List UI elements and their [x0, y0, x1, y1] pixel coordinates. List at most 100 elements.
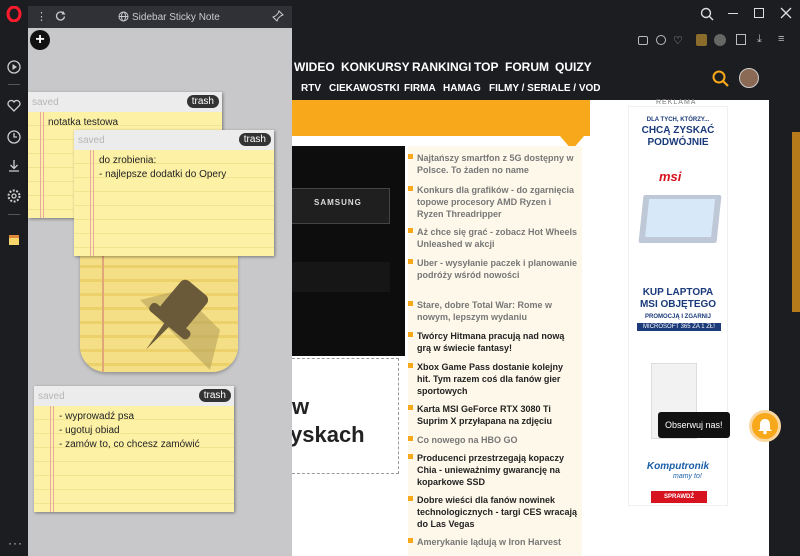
download-icon[interactable]: ⤓ — [757, 33, 762, 46]
extension-icon[interactable] — [696, 34, 707, 46]
opera-logo-icon[interactable] — [6, 6, 22, 22]
shop-logo: Komputronik — [646, 461, 710, 472]
news-list: Najtańszy smartfon z 5G dostępny w Polsc… — [408, 146, 582, 556]
news-item[interactable]: Uber - wysyłanie paczek i planowanie pod… — [408, 257, 578, 281]
ad-text: PODWÓJNIE — [647, 137, 709, 148]
reload-icon[interactable] — [55, 10, 66, 21]
note-text[interactable]: - wyprowadź psa — [59, 410, 134, 424]
advertisement[interactable]: DLA TYCH, KTÓRZY... CHCĄ ZYSKAĆ PODWÓJNI… — [628, 106, 728, 506]
nav-item[interactable]: KONKURSY — [341, 60, 410, 74]
ad-text: CHCĄ ZYSKAĆ — [641, 125, 715, 136]
news-item[interactable]: Stare, dobre Total War: Rome w nowym, le… — [408, 299, 578, 323]
trash-button[interactable]: trash — [238, 133, 271, 146]
note-text[interactable]: - zamów to, co chcesz zamówić — [59, 438, 200, 452]
add-note-button[interactable]: + — [30, 30, 50, 50]
opera-sidebar: ··· — [0, 0, 28, 556]
note-text[interactable]: - ugotuj obiad — [59, 424, 120, 438]
shield-icon[interactable] — [656, 35, 666, 45]
ad-text: KUP LAPTOPA — [642, 287, 714, 298]
nav-item[interactable]: HAMAG — [443, 83, 481, 94]
note-margin-line — [93, 150, 94, 256]
nav-item[interactable]: QUIZY — [555, 60, 592, 74]
extension-icon-2[interactable] — [714, 34, 726, 46]
news-item[interactable]: Xbox Game Pass dostanie kolejny hit. Tym… — [408, 361, 578, 397]
note-header: saved trash — [74, 130, 274, 150]
news-item[interactable]: Amerykanie lądują w Iron Harvest — [408, 536, 578, 548]
news-item[interactable]: Najtańszy smartfon z 5G dostępny w Polsc… — [408, 152, 578, 176]
panel-header: ⋮ Sidebar Sticky Note — [28, 6, 292, 28]
ad-text: PROMOCJĄ I ZGARNIJ — [644, 314, 711, 320]
menu-icon[interactable]: ≡ — [778, 33, 784, 45]
nav-item[interactable]: RTV — [301, 83, 321, 94]
news-item[interactable]: Karta MSI GeForce RTX 3080 Ti Suprim X p… — [408, 403, 578, 427]
note-status: saved — [38, 391, 65, 402]
maximize-icon[interactable] — [754, 8, 764, 18]
divider — [8, 214, 20, 215]
note-margin-line — [50, 406, 51, 512]
news-item[interactable]: Producenci przestrzegają kopaczy Chia - … — [408, 452, 578, 488]
notification-bell-button[interactable] — [749, 410, 781, 442]
globe-icon — [118, 11, 129, 22]
sticky-note[interactable]: saved trash - wyprowadź psa - ugotuj obi… — [34, 386, 234, 512]
close-icon[interactable] — [780, 7, 792, 19]
divider — [8, 84, 20, 85]
trash-button[interactable]: trash — [186, 95, 219, 108]
note-text[interactable]: notatka testowa — [48, 116, 118, 130]
nav-item[interactable]: WIDEO — [294, 60, 335, 74]
ssd-label: SAMSUNG — [314, 198, 362, 207]
camera-icon[interactable] — [638, 36, 648, 45]
ad-text: MICROSOFT 365 ZA 1 ZŁ! — [637, 323, 721, 331]
ssd-reflection — [292, 262, 390, 292]
sticky-note[interactable]: saved trash do zrobienia: - najlepsze do… — [74, 130, 274, 256]
pushpin-icon — [120, 270, 230, 370]
search-icon[interactable] — [712, 70, 730, 88]
panel-title: Sidebar Sticky Note — [132, 12, 220, 23]
address-toolbar: ♡ ⤓ ≡ — [292, 28, 800, 54]
avatar[interactable] — [739, 68, 759, 88]
heart-icon[interactable]: ♡ — [673, 34, 683, 47]
search-icon[interactable] — [700, 7, 714, 21]
nav-item[interactable]: RANKINGI — [412, 60, 471, 74]
follow-tooltip: Obserwuj nas! — [658, 412, 730, 438]
ad-text: DLA TYCH, KTÓRZY... — [646, 117, 710, 123]
sticky-note-icon[interactable] — [6, 232, 22, 248]
ad-label: REKLAMA — [656, 99, 697, 106]
shop-tagline: mamy to! — [673, 473, 702, 480]
note-margin-line — [53, 406, 54, 512]
news-item[interactable]: Co nowego na HBO GO — [408, 434, 578, 446]
article-image[interactable]: SAMSUNG — [292, 146, 405, 356]
news-item[interactable]: Twórcy Hitmana pracują nad nową grą w św… — [408, 330, 578, 354]
nav-item[interactable]: FILMY / SERIALE / VOD — [489, 83, 601, 94]
cube-icon[interactable] — [736, 34, 746, 45]
sticky-note-illustration — [80, 254, 238, 372]
news-item[interactable]: Konkurs dla grafików - do zgarnięcia top… — [408, 184, 578, 220]
player-icon[interactable] — [6, 59, 22, 75]
ad-cta-button[interactable]: SPRAWDŹ — [651, 491, 707, 503]
nav-item[interactable]: FORUM — [505, 60, 549, 74]
section-banner — [292, 100, 590, 136]
heart-icon[interactable] — [6, 98, 22, 114]
nav-item[interactable]: TOP — [474, 60, 498, 74]
news-item[interactable]: Dobre wieści dla fanów nowinek technolog… — [408, 494, 578, 530]
history-icon[interactable] — [6, 129, 22, 145]
news-item[interactable]: Aż chce się grać - zobacz Hot Wheels Unl… — [408, 226, 578, 250]
more-icon[interactable]: ··· — [8, 536, 23, 550]
msi-logo: msi — [659, 169, 682, 184]
note-text[interactable]: - najlepsze dodatki do Opery — [99, 168, 226, 182]
note-status: saved — [78, 135, 105, 146]
note-margin-line — [40, 112, 41, 218]
headline-fragment[interactable]: yskach — [292, 422, 365, 448]
download-icon[interactable] — [6, 158, 22, 174]
note-margin-line — [43, 112, 44, 218]
nav-item[interactable]: FIRMA — [404, 83, 436, 94]
trash-button[interactable]: trash — [198, 389, 231, 402]
panel-menu-icon[interactable]: ⋮ — [36, 10, 47, 23]
illustration-margin — [102, 254, 104, 372]
minimize-icon[interactable] — [728, 13, 738, 14]
nav-item[interactable]: CIEKAWOSTKI — [329, 83, 400, 94]
headline-fragment[interactable]: w — [292, 394, 309, 420]
settings-icon[interactable] — [6, 188, 22, 204]
note-text[interactable]: do zrobienia: — [99, 154, 156, 168]
note-margin-line — [90, 150, 91, 256]
pin-icon[interactable] — [272, 10, 284, 22]
